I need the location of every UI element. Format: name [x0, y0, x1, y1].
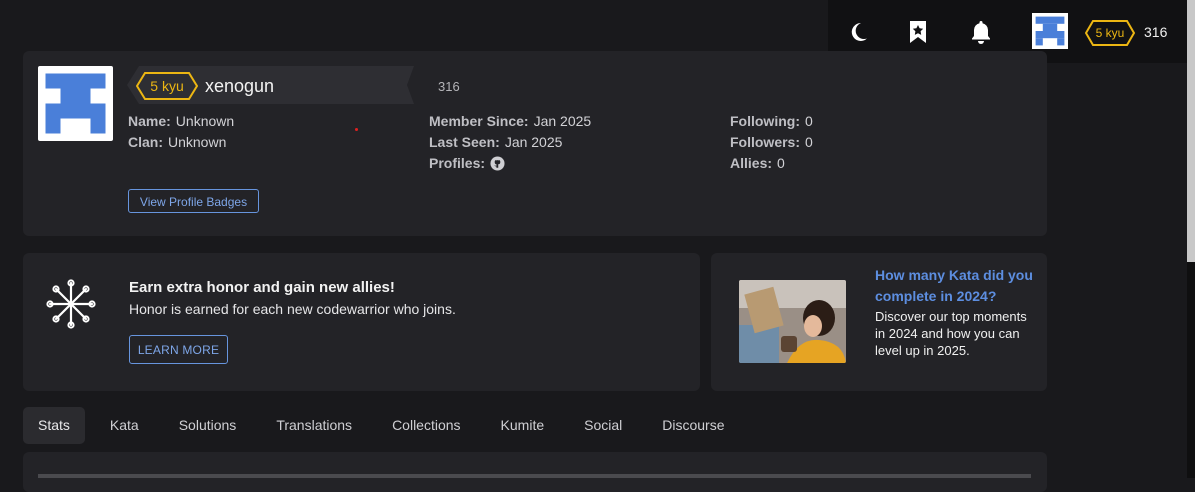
promo-panel [23, 253, 700, 391]
content-divider [38, 474, 1031, 478]
tab-kata[interactable]: Kata [95, 407, 154, 444]
allies-value: 0 [777, 155, 785, 171]
view-profile-badges-button[interactable]: View Profile Badges [128, 189, 259, 213]
tab-discourse[interactable]: Discourse [647, 407, 739, 444]
promo-subtitle: Honor is earned for each new codewarrior… [129, 301, 456, 317]
following-value: 0 [804, 113, 813, 129]
followers-value: 0 [805, 134, 813, 150]
username: xenogun [205, 76, 275, 96]
tab-social[interactable]: Social [569, 407, 637, 444]
following-row[interactable]: Following: 0 [730, 113, 813, 129]
profile-avatar [38, 66, 113, 141]
allies-row[interactable]: Allies: 0 [730, 155, 785, 171]
scrollbar-thumb[interactable] [1187, 0, 1195, 262]
member-since-label: Member Since: [429, 113, 529, 129]
tab-translations[interactable]: Translations [261, 407, 367, 444]
profile-honor: 316 [438, 79, 460, 94]
allies-label: Allies: [730, 155, 773, 171]
profile-tabs: Stats Kata Solutions Translations Collec… [23, 407, 750, 444]
tab-solutions[interactable]: Solutions [164, 407, 252, 444]
promo-title: Earn extra honor and gain new allies! [129, 279, 395, 296]
member-since-value: Jan 2025 [533, 113, 592, 129]
github-icon[interactable] [490, 156, 505, 174]
news-title-link[interactable]: How many Kata did you complete in 2024? [875, 265, 1035, 307]
last-seen-row: Last Seen: Jan 2025 [429, 134, 562, 150]
user-avatar[interactable] [1032, 13, 1068, 49]
tab-collections[interactable]: Collections [377, 407, 475, 444]
last-seen-label: Last Seen: [429, 134, 500, 150]
member-since-row: Member Since: Jan 2025 [429, 113, 591, 129]
last-seen-value: Jan 2025 [504, 134, 563, 150]
moon-icon[interactable] [846, 20, 870, 44]
network-burst-icon [46, 279, 96, 329]
name-label: Name: [128, 113, 171, 129]
followers-row[interactable]: Followers: 0 [730, 134, 813, 150]
clan-value: Unknown [168, 134, 227, 150]
clan-label: Clan: [128, 134, 163, 150]
following-label: Following: [730, 113, 800, 129]
rank-label: 5 kyu [1095, 26, 1125, 40]
profiles-label: Profiles: [429, 155, 486, 171]
rank-badge: 5 kyu [1085, 20, 1135, 46]
profile-rank-label: 5 kyu [150, 78, 184, 94]
learn-more-button[interactable]: LEARN MORE [129, 335, 228, 364]
stats-content-panel [23, 452, 1047, 492]
tab-kumite[interactable]: Kumite [486, 407, 560, 444]
red-dot [355, 128, 358, 131]
followers-label: Followers: [730, 134, 801, 150]
news-thumbnail[interactable] [739, 280, 846, 363]
news-body: Discover our top moments in 2024 and how… [875, 309, 1027, 358]
clan-row: Clan: Unknown [128, 134, 226, 150]
profile-rank-badge: 5 kyu [136, 72, 198, 100]
name-value: Unknown [175, 113, 235, 129]
honor-count: 316 [1144, 24, 1168, 40]
profiles-row: Profiles: [429, 155, 505, 174]
name-row: Name: Unknown [128, 113, 234, 129]
bell-icon[interactable] [969, 20, 993, 44]
tab-stats[interactable]: Stats [23, 407, 85, 444]
bookmark-star-icon[interactable] [907, 20, 931, 44]
